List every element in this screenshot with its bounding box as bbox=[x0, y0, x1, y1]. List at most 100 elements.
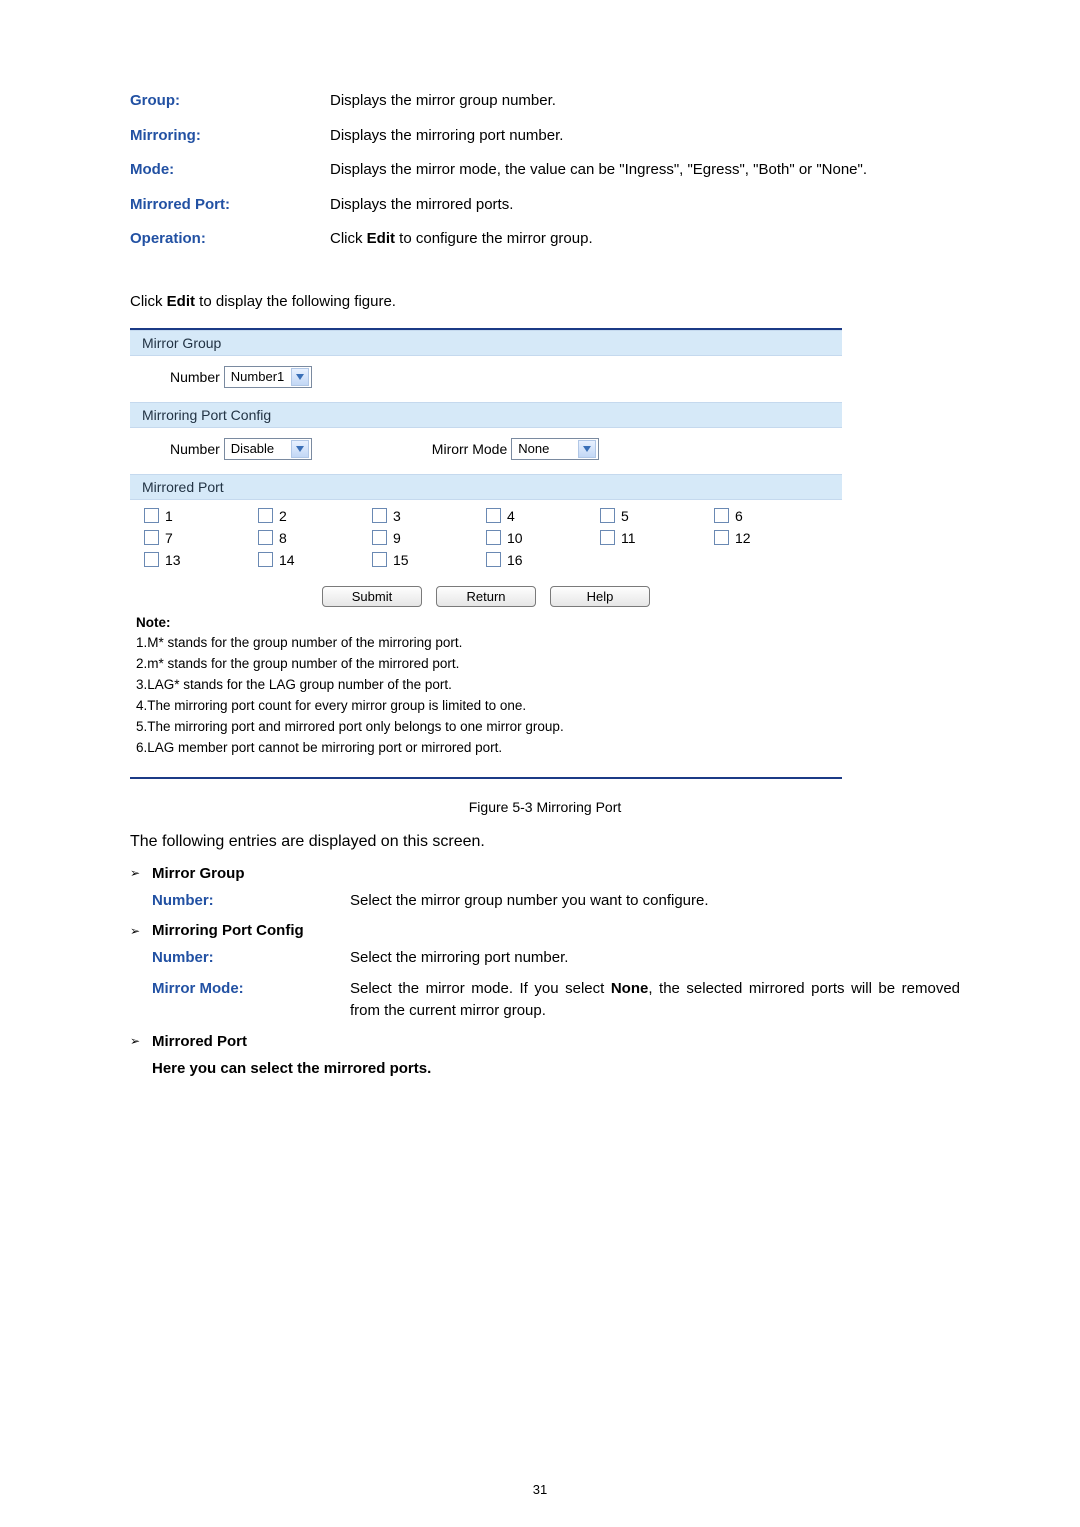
note-line: 4.The mirroring port count for every mir… bbox=[136, 696, 832, 717]
text: Click bbox=[130, 293, 167, 310]
port-label: 3 bbox=[393, 508, 401, 524]
mirror-mode-select[interactable]: None bbox=[511, 438, 599, 460]
mirror-mode-field: Mirorr Mode None bbox=[432, 438, 599, 460]
sub-def-value: Select the mirroring port number. bbox=[350, 947, 960, 970]
port-checkbox-11[interactable]: 11 bbox=[600, 530, 714, 546]
page-number: 31 bbox=[0, 1482, 1080, 1497]
bullet-icon: ➢ bbox=[130, 924, 152, 938]
section-header-mirroring-port-config: Mirroring Port Config bbox=[130, 402, 842, 428]
checkbox-icon bbox=[486, 530, 501, 545]
chevron-down-icon bbox=[578, 440, 596, 458]
sub-def-row: Number: Select the mirror group number y… bbox=[152, 890, 960, 913]
def-row: Mode: Displays the mirror mode, the valu… bbox=[130, 159, 960, 182]
section-header-mirrored-port: Mirrored Port bbox=[130, 474, 842, 500]
checkbox-icon bbox=[144, 552, 159, 567]
help-button[interactable]: Help bbox=[550, 586, 650, 607]
def-label: Mode: bbox=[130, 159, 330, 182]
port-label: 12 bbox=[735, 530, 751, 546]
return-button[interactable]: Return bbox=[436, 586, 536, 607]
checkbox-icon bbox=[372, 530, 387, 545]
chevron-down-icon bbox=[291, 368, 309, 386]
port-label: 13 bbox=[165, 552, 181, 568]
document-page: Group: Displays the mirror group number.… bbox=[0, 0, 1080, 1527]
checkbox-icon bbox=[372, 508, 387, 523]
port-grid: 1 2 3 4 5 6 7 8 9 10 11 12 13 14 15 16 bbox=[130, 500, 842, 578]
sub-def-row: Mirror Mode: Select the mirror mode. If … bbox=[152, 978, 960, 1023]
def-row: Operation: Click Edit to configure the m… bbox=[130, 228, 960, 251]
port-label: 6 bbox=[735, 508, 743, 524]
port-checkbox-15[interactable]: 15 bbox=[372, 552, 486, 568]
note-line: 6.LAG member port cannot be mirroring po… bbox=[136, 738, 832, 759]
bullet-title: Mirrored Port bbox=[152, 1033, 247, 1050]
bullet-mirror-group: ➢ Mirror Group bbox=[130, 865, 960, 882]
port-checkbox-14[interactable]: 14 bbox=[258, 552, 372, 568]
field-label: Number bbox=[170, 369, 220, 385]
def-label: Mirroring: bbox=[130, 125, 330, 148]
text-bold: None bbox=[611, 980, 649, 997]
port-checkbox-7[interactable]: 7 bbox=[144, 530, 258, 546]
text-bold: Edit bbox=[167, 293, 195, 310]
button-row: Submit Return Help bbox=[130, 586, 842, 607]
port-checkbox-12[interactable]: 12 bbox=[714, 530, 828, 546]
form-row: Number Disable Mirorr Mode None bbox=[170, 438, 822, 460]
checkbox-icon bbox=[372, 552, 387, 567]
def-value: Click Edit to configure the mirror group… bbox=[330, 228, 960, 251]
checkbox-icon bbox=[144, 508, 159, 523]
text: to display the following figure. bbox=[195, 293, 396, 310]
port-checkbox-5[interactable]: 5 bbox=[600, 508, 714, 524]
port-label: 2 bbox=[279, 508, 287, 524]
sub-def-value: Select the mirror group number you want … bbox=[350, 890, 960, 913]
top-definitions: Group: Displays the mirror group number.… bbox=[130, 90, 960, 251]
port-checkbox-1[interactable]: 1 bbox=[144, 508, 258, 524]
port-checkbox-4[interactable]: 4 bbox=[486, 508, 600, 524]
port-label: 10 bbox=[507, 530, 523, 546]
text: Select the mirror mode. If you select bbox=[350, 980, 611, 997]
select-value: Number1 bbox=[231, 369, 284, 384]
port-checkbox-3[interactable]: 3 bbox=[372, 508, 486, 524]
figure-caption: Figure 5-3 Mirroring Port bbox=[130, 799, 960, 815]
port-checkbox-9[interactable]: 9 bbox=[372, 530, 486, 546]
port-label: 11 bbox=[621, 530, 636, 546]
checkbox-icon bbox=[258, 530, 273, 545]
submit-button[interactable]: Submit bbox=[322, 586, 422, 607]
select-value: Disable bbox=[231, 441, 274, 456]
def-value: Displays the mirror mode, the value can … bbox=[330, 159, 960, 182]
port-checkbox-10[interactable]: 10 bbox=[486, 530, 600, 546]
sub-def-row: Number: Select the mirroring port number… bbox=[152, 947, 960, 970]
section-body: Number Number1 bbox=[130, 356, 842, 402]
def-row: Group: Displays the mirror group number. bbox=[130, 90, 960, 113]
number-select[interactable]: Disable bbox=[224, 438, 312, 460]
checkbox-icon bbox=[714, 530, 729, 545]
bullet-title: Mirror Group bbox=[152, 865, 245, 882]
bullet-icon: ➢ bbox=[130, 1034, 152, 1048]
sub-def-value: Select the mirror mode. If you select No… bbox=[350, 978, 960, 1023]
checkbox-icon bbox=[600, 508, 615, 523]
note-line: 2.m* stands for the group number of the … bbox=[136, 654, 832, 675]
note-line: 5.The mirroring port and mirrored port o… bbox=[136, 717, 832, 738]
text: Click bbox=[330, 230, 367, 247]
port-checkbox-16[interactable]: 16 bbox=[486, 552, 600, 568]
port-checkbox-13[interactable]: 13 bbox=[144, 552, 258, 568]
port-checkbox-8[interactable]: 8 bbox=[258, 530, 372, 546]
text-bold: Edit bbox=[367, 230, 395, 247]
bullet-mirroring-port-config: ➢ Mirroring Port Config bbox=[130, 922, 960, 939]
form-row: Number Number1 bbox=[170, 366, 822, 388]
def-value: Displays the mirror group number. bbox=[330, 90, 960, 113]
notes-block: Note: 1.M* stands for the group number o… bbox=[130, 607, 842, 759]
bullet-mirrored-port: ➢ Mirrored Port bbox=[130, 1033, 960, 1050]
click-edit-paragraph: Click Edit to display the following figu… bbox=[130, 293, 960, 310]
section-header-mirror-group: Mirror Group bbox=[130, 330, 842, 356]
text: to configure the mirror group. bbox=[395, 230, 593, 247]
port-checkbox-6[interactable]: 6 bbox=[714, 508, 828, 524]
sub-def-label: Number: bbox=[152, 890, 350, 913]
def-label: Operation: bbox=[130, 228, 330, 251]
checkbox-icon bbox=[258, 552, 273, 567]
def-label: Group: bbox=[130, 90, 330, 113]
sub-def-label: Mirror Mode: bbox=[152, 978, 350, 1023]
port-label: 8 bbox=[279, 530, 287, 546]
number-select[interactable]: Number1 bbox=[224, 366, 312, 388]
port-checkbox-2[interactable]: 2 bbox=[258, 508, 372, 524]
note-line: 1.M* stands for the group number of the … bbox=[136, 633, 832, 654]
bullet-title: Mirroring Port Config bbox=[152, 922, 304, 939]
def-value: Displays the mirrored ports. bbox=[330, 194, 960, 217]
